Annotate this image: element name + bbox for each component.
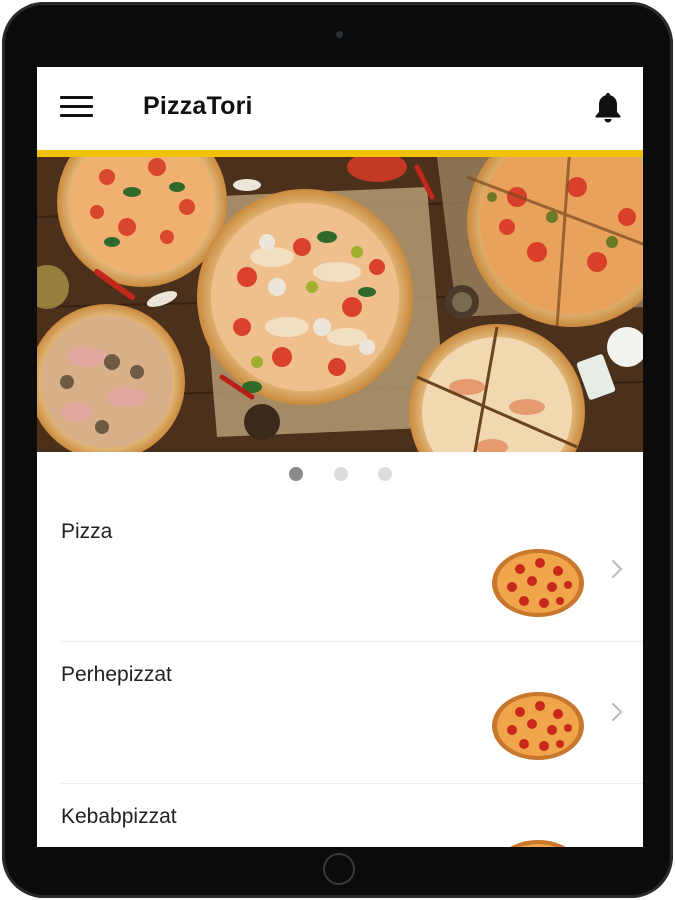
category-item-perhepizzat[interactable]: Perhepizzat — [37, 650, 643, 793]
app-screen: PizzaTori Pizza Perhepizzat Kebabpizzat — [37, 67, 643, 847]
hamburger-menu-icon[interactable] — [60, 96, 93, 118]
category-item-pizza[interactable]: Pizza — [37, 507, 643, 650]
carousel-dot-3[interactable] — [378, 467, 392, 481]
category-label: Perhepizzat — [61, 663, 172, 686]
category-label: Pizza — [61, 520, 113, 543]
tablet-frame: PizzaTori Pizza Perhepizzat Kebabpizzat — [2, 2, 673, 898]
banner-image[interactable] — [37, 157, 643, 452]
accent-line — [37, 150, 643, 157]
carousel-indicators — [37, 467, 643, 483]
front-camera — [336, 31, 343, 38]
category-item-kebabpizzat[interactable]: Kebabpizzat — [37, 792, 643, 847]
pepperoni-pizza-icon — [492, 692, 584, 760]
app-bar: PizzaTori — [37, 67, 643, 150]
category-label: Kebabpizzat — [61, 805, 177, 828]
pepperoni-pizza-icon — [492, 549, 584, 617]
chevron-right-icon — [611, 559, 623, 579]
bell-icon[interactable] — [594, 91, 622, 123]
pepperoni-pizza-icon — [510, 840, 566, 847]
carousel-dot-1[interactable] — [289, 467, 303, 481]
carousel-dot-2[interactable] — [334, 467, 348, 481]
home-button[interactable] — [323, 853, 355, 885]
chevron-right-icon — [611, 702, 623, 722]
divider — [61, 783, 643, 784]
app-title: PizzaTori — [143, 92, 253, 120]
divider — [61, 641, 643, 642]
